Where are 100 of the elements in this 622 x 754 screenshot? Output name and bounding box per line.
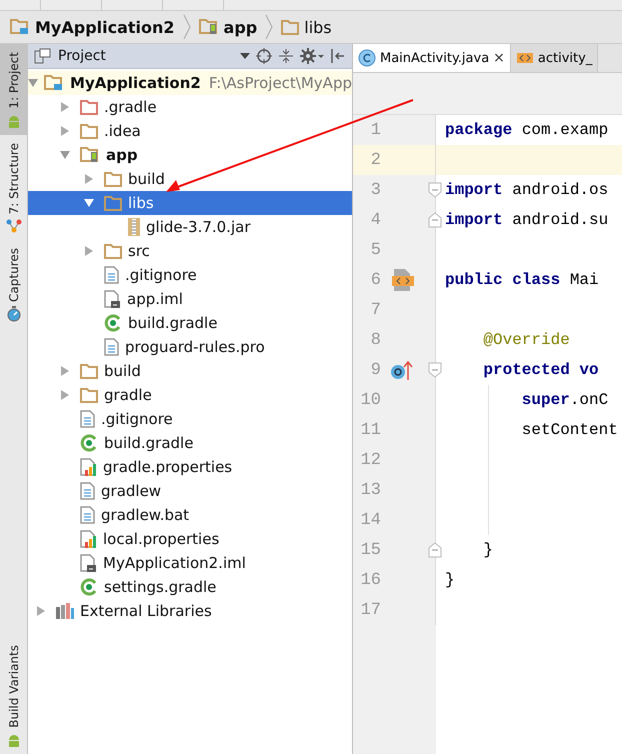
tree-item[interactable]: gradle: [28, 383, 352, 407]
gradle-icon: [104, 314, 122, 332]
code-line: public class Mai: [445, 271, 599, 289]
code-line: import android.os: [445, 181, 608, 199]
breadcrumb-item[interactable]: app: [198, 18, 258, 36]
collapse-all-icon[interactable]: [278, 48, 294, 64]
code-line: }: [483, 541, 493, 559]
chevron-icon: [265, 14, 274, 40]
folder-icon: [104, 244, 122, 258]
breadcrumb-item[interactable]: MyApplication2: [10, 18, 175, 36]
collapse-arrow-icon[interactable]: [28, 78, 38, 88]
expand-arrow-icon[interactable]: [60, 102, 70, 112]
expand-arrow-icon[interactable]: [60, 390, 70, 400]
code-line: }: [445, 571, 455, 589]
fold-marker-icon[interactable]: [428, 362, 442, 378]
panel-title: Project: [58, 48, 107, 64]
jar-icon: [128, 218, 140, 236]
library-icon: [56, 603, 74, 619]
module-file-icon: [104, 290, 121, 308]
fold-marker-icon[interactable]: [428, 212, 442, 228]
line-number: 4: [370, 210, 381, 230]
folder-icon: [80, 364, 98, 378]
tree-item[interactable]: External Libraries: [28, 599, 352, 623]
line-number: 15: [360, 540, 381, 560]
locate-icon[interactable]: [256, 48, 272, 64]
override-icon[interactable]: [390, 360, 414, 380]
line-number: 13: [360, 480, 381, 500]
tree-item[interactable]: gradle.properties: [28, 455, 352, 479]
tree-item[interactable]: .idea: [28, 119, 352, 143]
line-number: 5: [370, 240, 381, 260]
tree-item[interactable]: build: [28, 167, 352, 191]
code-line: setContent: [522, 421, 618, 439]
editor-tab[interactable]: MainActivity.java ×: [353, 44, 511, 72]
chevron-icon: [182, 14, 191, 40]
tree-item[interactable]: src: [28, 239, 352, 263]
expand-arrow-icon[interactable]: [60, 126, 70, 136]
tree-item[interactable]: glide-3.7.0.jar: [28, 215, 352, 239]
close-icon[interactable]: ×: [493, 50, 505, 66]
tree-item[interactable]: MyApplication2 F:\AsProject\MyApp: [28, 71, 352, 95]
code-line: super.onC: [522, 391, 608, 409]
line-number: 16: [360, 570, 381, 590]
tree-item[interactable]: local.properties: [28, 527, 352, 551]
layout-file-icon[interactable]: [390, 268, 414, 292]
tree-item[interactable]: settings.gradle: [28, 575, 352, 599]
text-file-icon: [104, 266, 119, 284]
fold-marker-icon[interactable]: [428, 182, 442, 198]
module-folder-icon: [198, 19, 219, 35]
expand-arrow-icon[interactable]: [84, 246, 94, 256]
tree-item[interactable]: app.iml: [28, 287, 352, 311]
expand-arrow-icon[interactable]: [84, 174, 94, 184]
properties-file-icon: [80, 458, 97, 476]
text-file-icon: [80, 506, 95, 524]
breadcrumb-item[interactable]: libs: [281, 18, 332, 36]
tool-window-button[interactable]: 1: Project: [0, 44, 27, 135]
tree-item[interactable]: .gradle: [28, 95, 352, 119]
tree-item[interactable]: build.gradle: [28, 311, 352, 335]
line-number: 10: [360, 390, 381, 410]
folder-icon: [80, 388, 98, 402]
collapse-arrow-icon[interactable]: [60, 150, 70, 160]
structure-icon: [6, 218, 22, 234]
folder-icon: [104, 172, 122, 186]
expand-arrow-icon[interactable]: [60, 366, 70, 376]
tool-window-button[interactable]: 7: Structure: [0, 134, 27, 240]
tree-item[interactable]: proguard-rules.pro: [28, 335, 352, 359]
tree-item[interactable]: build: [28, 359, 352, 383]
folder-icon: [281, 20, 300, 34]
folder-icon: [80, 124, 98, 138]
tree-item[interactable]: .gitignore: [28, 263, 352, 287]
tree-item[interactable]: app: [28, 143, 352, 167]
line-number: 14: [360, 510, 381, 530]
tree-item[interactable]: .gitignore: [28, 407, 352, 431]
line-number: 8: [370, 330, 381, 350]
line-number: 7: [370, 300, 381, 320]
tree-item[interactable]: libs: [28, 191, 352, 215]
collapse-arrow-icon[interactable]: [84, 198, 94, 208]
gradle-icon: [80, 434, 98, 452]
hide-panel-icon[interactable]: [330, 48, 346, 64]
folder-icon: [104, 196, 122, 210]
module-folder-icon: [80, 147, 100, 163]
line-number: 6: [370, 270, 381, 290]
settings-icon[interactable]: [300, 48, 324, 64]
project-folder-icon: [44, 75, 64, 91]
tool-window-button[interactable]: Build Variants: [0, 637, 27, 754]
line-number: 2: [370, 150, 381, 170]
code-line: protected vo: [483, 361, 599, 379]
editor-tab[interactable]: activity_: [510, 44, 598, 72]
tree-item[interactable]: MyApplication2.iml: [28, 551, 352, 575]
text-file-icon: [80, 410, 95, 428]
text-file-icon: [104, 338, 119, 356]
gradle-icon: [80, 578, 98, 596]
tree-item[interactable]: gradlew: [28, 479, 352, 503]
folder-icon: [80, 100, 98, 114]
expand-arrow-icon[interactable]: [36, 606, 46, 616]
dropdown-caret-icon[interactable]: [240, 53, 250, 59]
tree-item[interactable]: build.gradle: [28, 431, 352, 455]
tree-item[interactable]: gradlew.bat: [28, 503, 352, 527]
stopwatch-icon: [6, 306, 22, 322]
project-folder-icon: [10, 19, 30, 35]
tool-window-button[interactable]: Captures: [0, 240, 27, 328]
fold-marker-icon[interactable]: [428, 542, 442, 558]
